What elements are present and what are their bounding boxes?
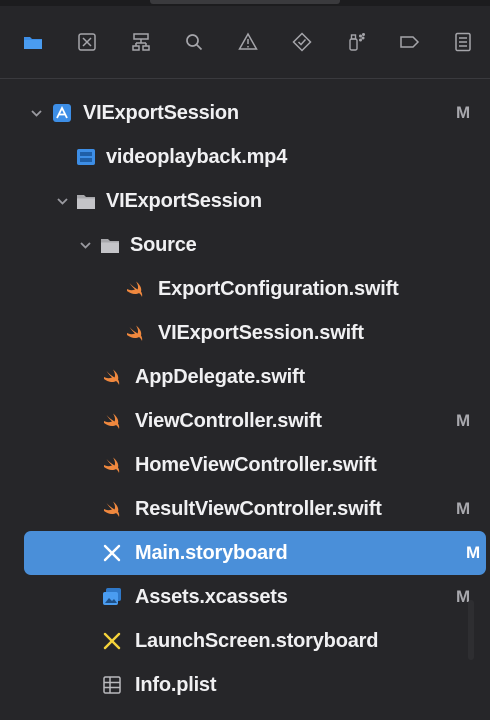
scm-status-badge: M [466,543,480,562]
tree-item-label: AppDelegate.swift [135,365,305,388]
chevron-down-icon[interactable] [78,238,92,252]
window-top-edge [0,0,490,6]
xcode-project-icon [51,102,73,124]
swift-icon [101,498,123,520]
tree-row-file[interactable]: videoplayback.mp4 [0,135,490,179]
project-navigator-button[interactable] [20,29,46,55]
project-file-tree: VIExportSession M videoplayback.mp4 VIEx… [0,91,490,707]
tree-item-label: ExportConfiguration.swift [158,277,399,300]
breakpoint-navigator-button[interactable] [396,29,422,55]
tree-row-project[interactable]: VIExportSession M [0,91,490,135]
swift-icon [101,366,123,388]
tree-row-file[interactable]: VIExportSession.swift [0,311,490,355]
test-diamond-icon [292,32,312,52]
tree-row-file-selected[interactable]: Main.storyboard M [24,531,486,575]
tab-indicator [150,0,340,4]
tree-item-label: Info.plist [135,673,217,696]
swift-icon [124,278,146,300]
tree-item-label: videoplayback.mp4 [106,145,288,168]
breakpoint-icon [400,36,420,48]
toolbar-divider [0,78,490,79]
tree-row-file[interactable]: HomeViewController.swift [0,443,490,487]
swift-icon [124,322,146,344]
storyboard-icon [101,542,123,564]
tree-item-label: ViewController.swift [135,409,322,432]
report-navigator-button[interactable] [450,29,476,55]
source-control-navigator-button[interactable] [74,29,100,55]
swift-icon [101,410,123,432]
tree-item-label: LaunchScreen.storyboard [135,629,379,652]
tree-row-file[interactable]: Assets.xcassets M [0,575,490,619]
scm-status-badge: M [456,103,470,122]
chevron-down-icon[interactable] [29,106,43,120]
folder-icon [24,37,42,49]
tree-item-label: Source [130,233,197,256]
tree-item-label: HomeViewController.swift [135,453,377,476]
hierarchy-icon [131,33,150,51]
tree-row-group[interactable]: VIExportSession [0,179,490,223]
swift-icon [101,454,123,476]
search-icon [186,34,203,51]
test-navigator-button[interactable] [289,29,315,55]
spray-icon [348,33,365,51]
tree-row-file[interactable]: ExportConfiguration.swift [0,267,490,311]
tree-item-label: ResultViewController.swift [135,497,382,520]
folder-icon [99,234,121,256]
plist-icon [101,674,123,696]
navigator-selector-bar [14,20,482,64]
tree-row-file[interactable]: ResultViewController.swift M [0,487,490,531]
tree-item-label: VIExportSession [83,101,239,124]
tree-item-label: VIExportSession.swift [158,321,364,344]
scm-status-badge: M [456,411,470,430]
tree-row-file[interactable]: AppDelegate.swift [0,355,490,399]
tree-row-file[interactable]: LaunchScreen.storyboard [0,619,490,663]
warning-icon [238,32,258,50]
tree-item-label: VIExportSession [106,189,262,212]
tree-item-label: Main.storyboard [135,541,288,564]
source-control-icon [78,33,96,51]
video-file-icon [75,146,97,168]
tree-row-file[interactable]: ViewController.swift M [0,399,490,443]
tree-item-label: Assets.xcassets [135,585,288,608]
symbol-navigator-button[interactable] [128,29,154,55]
tree-row-file[interactable]: Info.plist [0,663,490,707]
tree-row-group[interactable]: Source [0,223,490,267]
storyboard-icon [101,630,123,652]
report-icon [455,32,471,52]
issue-navigator-button[interactable] [235,29,261,55]
scm-status-badge: M [456,499,470,518]
folder-icon [75,190,97,212]
debug-navigator-button[interactable] [343,29,369,55]
chevron-down-icon[interactable] [55,194,69,208]
scrollbar[interactable] [468,600,474,660]
find-navigator-button[interactable] [181,29,207,55]
assets-icon [101,586,123,608]
